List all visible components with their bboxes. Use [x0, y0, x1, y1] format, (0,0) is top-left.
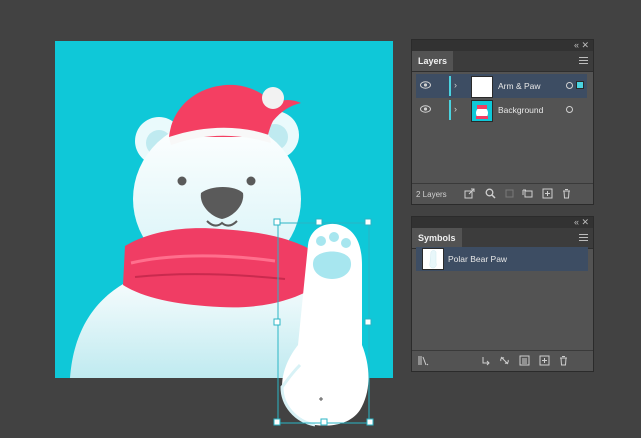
chevron-right-icon[interactable]: › [454, 80, 457, 90]
symbol-name[interactable]: Polar Bear Paw [448, 254, 507, 264]
layers-panel-footer: 2 Layers [412, 183, 593, 204]
panel-menu-icon[interactable] [579, 234, 588, 242]
arm-and-paw-artwork[interactable] [270, 215, 380, 430]
layer-thumbnail [471, 100, 493, 122]
collapse-icon[interactable]: « [574, 216, 579, 228]
target-circle-icon[interactable] [566, 82, 573, 89]
target-circle-icon[interactable] [566, 106, 573, 113]
new-sublayer-icon[interactable] [522, 188, 533, 199]
layer-color-bar [449, 76, 451, 96]
panel-topbar: « ✕ [412, 40, 593, 51]
place-symbol-icon[interactable] [480, 355, 491, 366]
new-symbol-icon[interactable] [539, 355, 550, 366]
symbols-panel-footer [412, 350, 593, 371]
layer-count: 2 Layers [416, 190, 447, 199]
layer-color-bar [449, 100, 451, 120]
symbol-options-icon[interactable] [519, 355, 530, 366]
close-icon[interactable]: ✕ [581, 39, 589, 51]
eye-icon[interactable] [420, 81, 431, 89]
symbol-thumbnail [422, 248, 444, 270]
collapse-icon[interactable]: « [574, 39, 579, 51]
trash-icon[interactable] [558, 355, 569, 366]
layer-name[interactable]: Background [498, 105, 543, 115]
chevron-right-icon[interactable]: › [454, 104, 457, 114]
bear-eye-right [246, 176, 256, 186]
break-link-icon[interactable] [499, 355, 510, 366]
tab-symbols[interactable]: Symbols [412, 228, 462, 248]
layers-panel-header: Layers [412, 51, 593, 72]
bear-eye-left [177, 176, 187, 186]
tab-layers[interactable]: Layers [412, 51, 454, 71]
hat-pompom [262, 87, 284, 109]
layer-name[interactable]: Arm & Paw [498, 81, 541, 91]
symbol-item-polar-bear-paw[interactable]: Polar Bear Paw [416, 247, 588, 271]
symbol-libraries-icon[interactable] [418, 355, 429, 366]
symbols-panel: « ✕ Symbols Polar Bear Paw [411, 216, 594, 372]
close-icon[interactable]: ✕ [581, 216, 589, 228]
export-icon[interactable] [464, 188, 475, 199]
clipping-mask-icon[interactable] [504, 188, 515, 199]
trash-icon[interactable] [561, 188, 572, 199]
panel-menu-icon[interactable] [579, 57, 588, 65]
layers-panel: « ✕ Layers › Arm & Paw › Background 2 La… [411, 39, 594, 205]
search-icon[interactable] [485, 188, 496, 199]
layer-row-background[interactable]: › Background [416, 98, 587, 122]
symbols-panel-header: Symbols [412, 228, 593, 249]
new-layer-icon[interactable] [542, 188, 553, 199]
eye-icon[interactable] [420, 105, 431, 113]
layer-thumbnail [471, 76, 493, 98]
selection-indicator-icon[interactable] [576, 81, 584, 89]
layer-row-arm-paw[interactable]: › Arm & Paw [416, 74, 587, 98]
panel-topbar: « ✕ [412, 217, 593, 228]
